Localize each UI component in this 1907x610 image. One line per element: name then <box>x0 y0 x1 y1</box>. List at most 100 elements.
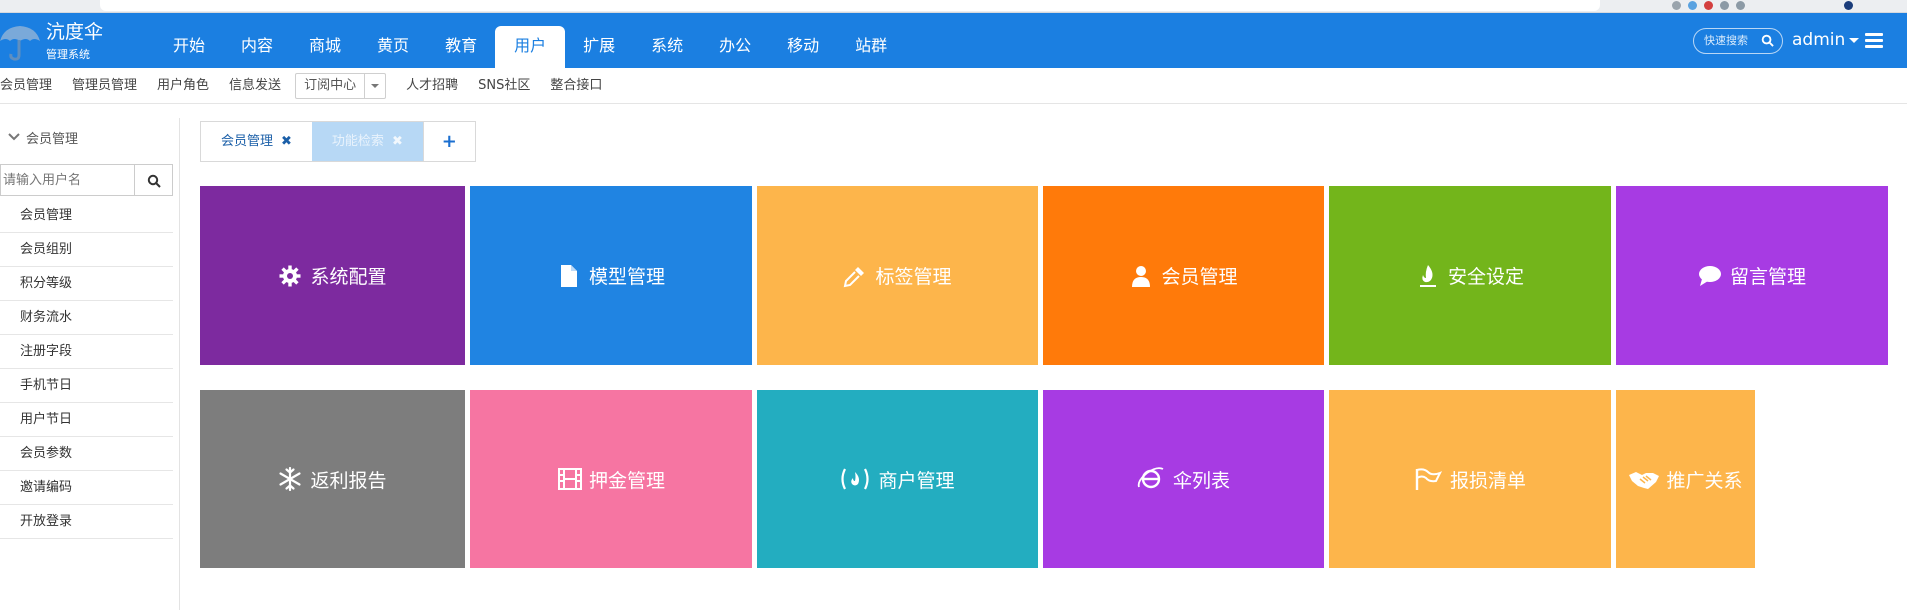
nav-item-office[interactable]: 办公 <box>701 13 769 68</box>
username-search-input[interactable] <box>1 165 134 195</box>
subnav-item-user-roles[interactable]: 用户角色 <box>147 68 219 104</box>
dropdown-label[interactable]: 订阅中心 <box>296 73 366 98</box>
quick-search-placeholder: 快速搜索 <box>1704 34 1748 47</box>
quick-search-input[interactable]: 快速搜索 <box>1693 28 1783 54</box>
tile-tag-management[interactable]: 标签管理 <box>757 186 1038 365</box>
caret-down-icon <box>1849 37 1860 43</box>
subnav-item-send-messages[interactable]: 信息发送 <box>219 68 291 104</box>
caret-down-icon <box>371 83 380 88</box>
tile-umbrella-list[interactable]: 伞列表 <box>1043 390 1324 568</box>
tile-label: 留言管理 <box>1729 266 1806 288</box>
tile-deposit-management[interactable]: 押金管理 <box>470 390 752 568</box>
extension-icon[interactable] <box>1720 1 1729 10</box>
nav-item-yellow-pages[interactable]: 黄页 <box>359 13 427 68</box>
sidebar-list: 会员管理 会员组别 积分等级 财务流水 注册字段 手机节日 用户节日 会员参数 … <box>0 199 173 539</box>
snowflake-icon <box>278 467 302 491</box>
close-icon[interactable]: ✖ <box>392 122 403 161</box>
nav-item-mobile[interactable]: 移动 <box>769 13 837 68</box>
search-icon <box>147 174 161 188</box>
comment-icon <box>1698 264 1722 288</box>
sidebar-item-members[interactable]: 会员管理 <box>0 199 173 233</box>
tile-damage-list[interactable]: 报损清单 <box>1329 390 1611 568</box>
file-icon <box>557 264 581 288</box>
browser-toolbar <box>0 0 1907 13</box>
extension-icon[interactable] <box>1704 1 1713 10</box>
nav-item-extensions[interactable]: 扩展 <box>565 13 633 68</box>
nav-item-system[interactable]: 系统 <box>633 13 701 68</box>
tile-system-config[interactable]: 系统配置 <box>200 186 465 365</box>
sidebar-heading[interactable]: 会员管理 <box>0 127 78 147</box>
subscription-center-dropdown[interactable]: 订阅中心 <box>295 72 387 99</box>
search-button[interactable] <box>134 165 172 195</box>
address-bar[interactable] <box>100 0 1600 11</box>
tile-label: 标签管理 <box>875 266 952 288</box>
subnav-item-admins[interactable]: 管理员管理 <box>62 68 147 104</box>
nav-item-users[interactable]: 用户 <box>495 26 566 68</box>
subnav-item-sns[interactable]: SNS社区 <box>468 68 540 104</box>
sidebar-item-member-params[interactable]: 会员参数 <box>0 437 173 471</box>
sidebar-heading-label: 会员管理 <box>26 131 79 147</box>
gear-icon <box>278 264 302 288</box>
sub-nav: 会员管理 管理员管理 用户角色 信息发送 订阅中心 人才招聘 SNS社区 整合接… <box>0 68 1907 104</box>
subnav-item-integration[interactable]: 整合接口 <box>540 68 612 104</box>
sidebar-search <box>0 164 173 196</box>
tile-label: 报损清单 <box>1449 469 1526 492</box>
tile-model-management[interactable]: 模型管理 <box>470 186 752 365</box>
sidebar-item-finance-flow[interactable]: 财务流水 <box>0 301 173 335</box>
flag-icon <box>1414 467 1442 491</box>
profile-icon[interactable] <box>1844 1 1853 10</box>
menu-icon[interactable] <box>1865 33 1883 48</box>
extension-icon[interactable] <box>1672 1 1681 10</box>
tile-label: 模型管理 <box>588 266 665 288</box>
nav-item-mall[interactable]: 商城 <box>291 13 359 68</box>
handshake-icon <box>1628 467 1660 491</box>
eyedropper-icon <box>843 264 867 288</box>
tile-label: 会员管理 <box>1161 266 1238 288</box>
fire-icon <box>1416 264 1440 288</box>
tile-label: 商户管理 <box>878 469 955 492</box>
sidebar: 会员管理 会员管理 会员组别 积分等级 财务流水 注册字段 手机节日 用户节日 … <box>0 118 180 610</box>
tab-strip: 会员管理 ✖ 功能检索 ✖ + <box>200 121 476 162</box>
chevron-down-icon <box>8 133 20 141</box>
logo[interactable]: 沆度伞 管理系统 <box>0 13 140 68</box>
nav-item-content[interactable]: 内容 <box>223 13 291 68</box>
sidebar-item-points-levels[interactable]: 积分等级 <box>0 267 173 301</box>
user-menu[interactable]: admin <box>1792 30 1860 50</box>
tab-member-management[interactable]: 会员管理 ✖ <box>201 122 312 161</box>
tile-label: 安全设定 <box>1447 266 1524 288</box>
extension-icon[interactable] <box>1688 1 1697 10</box>
tab-label: 功能检索 <box>331 134 384 149</box>
extension-icon[interactable] <box>1736 1 1745 10</box>
internet-explorer-icon <box>1137 467 1165 491</box>
add-tab-button[interactable]: + <box>422 122 475 161</box>
film-icon <box>557 467 582 491</box>
free-code-camp-icon <box>840 467 870 491</box>
dropdown-toggle[interactable] <box>365 74 385 98</box>
tile-message-management[interactable]: 留言管理 <box>1616 186 1888 365</box>
tile-rebate-report[interactable]: 返利报告 <box>200 390 465 568</box>
sidebar-item-mobile-holidays[interactable]: 手机节日 <box>0 369 173 403</box>
tile-member-management[interactable]: 会员管理 <box>1043 186 1324 365</box>
sidebar-item-register-fields[interactable]: 注册字段 <box>0 335 173 369</box>
main-nav: 开始 内容 商城 黄页 教育 用户 扩展 系统 办公 移动 站群 <box>155 13 905 68</box>
username: admin <box>1792 30 1846 50</box>
close-icon[interactable]: ✖ <box>281 122 292 161</box>
sidebar-item-invite-codes[interactable]: 邀请编码 <box>0 471 173 505</box>
tile-referral-relations[interactable]: 推广关系 <box>1616 390 1755 568</box>
search-icon[interactable] <box>1761 34 1774 47</box>
tile-merchant-management[interactable]: 商户管理 <box>757 390 1038 568</box>
sidebar-item-member-groups[interactable]: 会员组别 <box>0 233 173 267</box>
subnav-item-members[interactable]: 会员管理 <box>0 68 62 104</box>
sidebar-item-open-login[interactable]: 开放登录 <box>0 505 173 539</box>
subnav-item-recruitment[interactable]: 人才招聘 <box>396 68 468 104</box>
tile-label: 系统配置 <box>310 266 387 288</box>
tile-label: 押金管理 <box>588 469 665 492</box>
nav-item-education[interactable]: 教育 <box>427 13 495 68</box>
tile-security-settings[interactable]: 安全设定 <box>1329 186 1611 365</box>
nav-item-site-group[interactable]: 站群 <box>837 13 905 68</box>
tile-label: 返利报告 <box>310 469 387 492</box>
nav-item-start[interactable]: 开始 <box>155 13 223 68</box>
tile-label: 伞列表 <box>1172 469 1230 492</box>
sidebar-item-user-holidays[interactable]: 用户节日 <box>0 403 173 437</box>
tab-function-search[interactable]: 功能检索 ✖ <box>311 122 423 161</box>
